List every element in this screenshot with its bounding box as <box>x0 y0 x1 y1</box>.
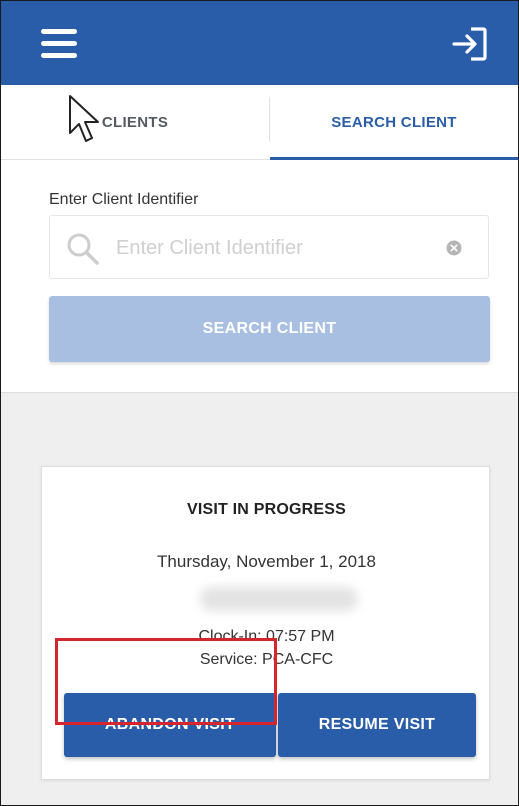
tab-clients[interactable]: CLIENTS <box>1 85 269 159</box>
menu-line <box>41 29 77 34</box>
tab-search-client-label: SEARCH CLIENT <box>331 113 457 131</box>
search-client-button[interactable]: SEARCH CLIENT <box>49 296 490 362</box>
visit-date: Thursday, November 1, 2018 <box>157 552 376 571</box>
clear-x-icon[interactable] <box>446 240 462 256</box>
resume-visit-button[interactable]: RESUME VISIT <box>278 693 476 757</box>
app-frame: CLIENTS SEARCH CLIENT Enter Client Ident… <box>0 0 519 806</box>
abandon-visit-button-label: ABANDON VISIT <box>104 716 236 733</box>
clock-in-time: Clock-In: 07:57 PM <box>198 628 335 645</box>
client-identifier-label: Enter Client Identifier <box>49 191 199 208</box>
visit-in-progress-card: VISIT IN PROGRESS Thursday, November 1, … <box>41 466 490 780</box>
hamburger-menu-icon[interactable] <box>41 27 77 59</box>
tab-clients-label: CLIENTS <box>101 113 169 131</box>
menu-line <box>41 41 77 46</box>
service-type: Service: PCA-CFC <box>199 651 334 668</box>
resume-visit-button-label: RESUME VISIT <box>318 716 436 733</box>
top-app-bar <box>1 1 518 85</box>
tab-search-client[interactable]: SEARCH CLIENT <box>270 85 518 159</box>
abandon-visit-button[interactable]: ABANDON VISIT <box>64 693 276 757</box>
search-client-button-label: SEARCH CLIENT <box>202 320 337 337</box>
redacted-client-name <box>200 587 358 611</box>
client-identifier-field[interactable] <box>49 215 489 279</box>
sign-out-icon[interactable] <box>449 23 491 65</box>
content-area: VISIT IN PROGRESS Thursday, November 1, … <box>1 393 518 805</box>
menu-line <box>41 53 77 58</box>
client-identifier-input[interactable] <box>116 230 426 266</box>
search-client-panel: Enter Client Identifier SEARCH CLIENT <box>1 160 518 393</box>
tab-bar: CLIENTS SEARCH CLIENT <box>1 85 518 160</box>
magnifier-icon <box>67 233 99 265</box>
visit-title: VISIT IN PROGRESS <box>187 501 346 518</box>
